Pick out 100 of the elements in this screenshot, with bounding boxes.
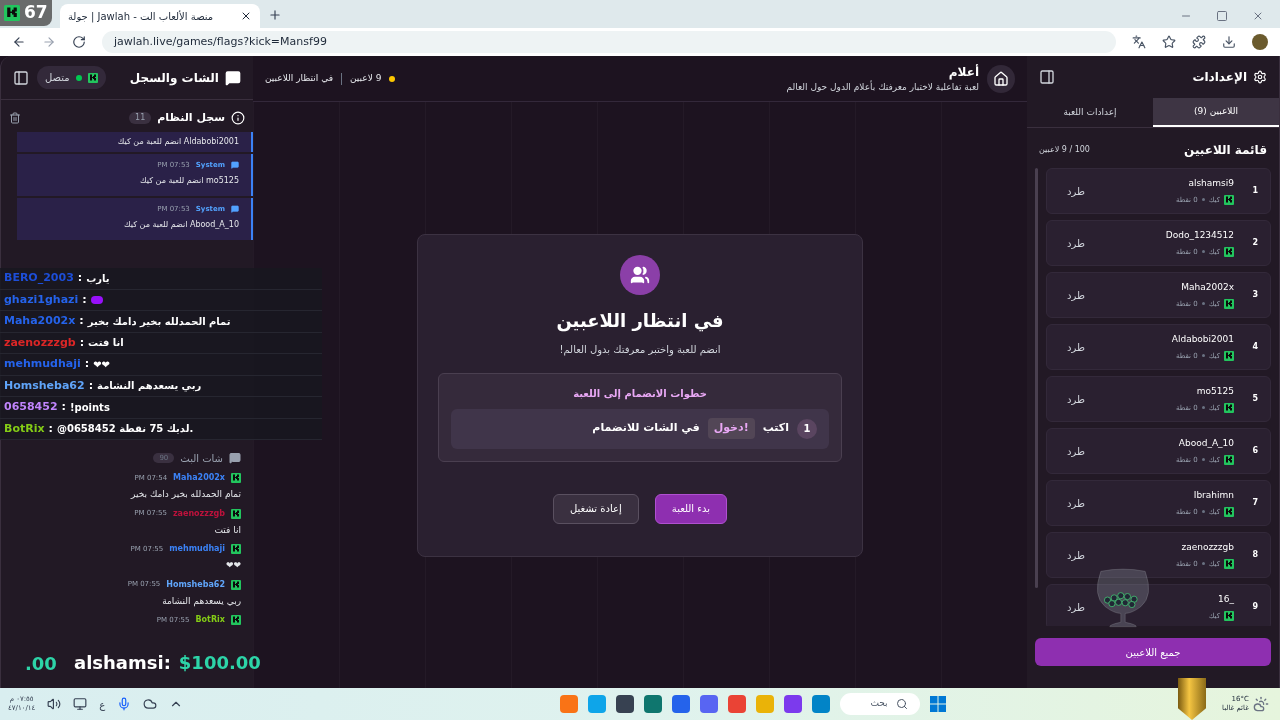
trash-icon[interactable] <box>9 112 21 124</box>
kick-button[interactable]: طرد <box>1059 339 1093 355</box>
overlay-message: تمام الحمدلله بخير دامك بخير <box>87 314 231 329</box>
collapse-panel-icon[interactable] <box>1039 69 1055 85</box>
browser-tab[interactable]: جولة | Jawlah - منصة الألعاب الت <box>60 4 260 28</box>
kick-logo-icon <box>1224 610 1234 621</box>
home-icon <box>993 70 1009 87</box>
maximize-icon[interactable] <box>1216 10 1228 22</box>
capacity-label: 100 / 9 لاعبين <box>1039 144 1090 156</box>
overlay-username: Maha2002x <box>4 313 76 329</box>
donation-alert-name: alshamsi: <box>74 651 171 675</box>
download-icon[interactable] <box>1222 35 1236 49</box>
kick-button[interactable]: طرد <box>1059 287 1093 303</box>
back-icon[interactable] <box>12 35 26 49</box>
home-button[interactable] <box>987 64 1015 93</box>
separator-colon: : <box>48 420 53 437</box>
speaker-icon[interactable] <box>47 697 62 711</box>
extensions-icon[interactable] <box>1192 35 1206 49</box>
count-badge: 11 <box>129 112 152 124</box>
donation-alert-amount: $100.00 <box>178 651 261 675</box>
network-icon[interactable] <box>73 697 88 711</box>
kick-button[interactable]: طرد <box>1059 235 1093 251</box>
settings-icon <box>1253 70 1267 84</box>
player-rank: 4 <box>1251 341 1258 353</box>
player-name: _16 <box>1218 593 1234 606</box>
app-icon[interactable] <box>699 695 718 713</box>
chat-message: تمام الحمدلله بخير دامك بخير <box>131 488 241 501</box>
kick-button[interactable]: طرد <box>1059 183 1093 199</box>
microphone-icon[interactable] <box>117 697 132 711</box>
card-title: في انتظار اللاعبين <box>556 308 724 334</box>
panel-tab[interactable]: إعدادات اللعبة <box>1027 98 1153 127</box>
kick-logo-icon <box>231 579 241 590</box>
steps-title: خطوات الانضمام إلى اللعبة <box>573 386 707 401</box>
restart-button[interactable]: إعادة تشغيل <box>552 493 639 524</box>
start-game-button[interactable]: بدء اللعبة <box>654 493 728 524</box>
separator-colon: : <box>79 313 84 329</box>
command-chip: !دخول <box>707 418 755 439</box>
kick-logo-icon <box>231 544 241 554</box>
info-icon <box>231 111 245 125</box>
panel-title: الشات والسجل <box>129 69 219 87</box>
scrollbar-track[interactable] <box>1035 168 1038 588</box>
connection-status: متصل <box>37 66 106 89</box>
overlay-message: يارب <box>86 271 110 286</box>
kick-logo-icon <box>1224 558 1234 569</box>
overlay-message: ❤❤ <box>93 357 110 372</box>
section-title: شات البث <box>180 451 223 466</box>
collapse-panel-icon[interactable] <box>13 69 29 86</box>
player-rank: 5 <box>1251 393 1258 405</box>
kick-button[interactable]: طرد <box>1059 391 1093 407</box>
app-icon[interactable] <box>783 695 802 713</box>
username: BotRix <box>195 614 225 626</box>
player-name: Abood_A_10 <box>1178 437 1234 450</box>
game-subtitle: لعبة تفاعلية لاختبار معرفتك بأعلام الدول حول العالم <box>786 80 979 95</box>
new-tab-icon[interactable] <box>268 8 282 22</box>
kick-button[interactable]: طرد <box>1059 599 1093 615</box>
overlay-username: 0658452 <box>4 399 58 415</box>
player-name: Ibrahimn <box>1193 489 1234 502</box>
kick-button[interactable]: طرد <box>1059 443 1093 459</box>
search-icon <box>895 698 908 710</box>
app-icon[interactable] <box>643 695 662 713</box>
profile-avatar[interactable] <box>1252 34 1268 50</box>
search-box[interactable]: بحث <box>839 693 920 715</box>
game-status: في انتظار اللاعبين <box>265 71 333 85</box>
close-icon[interactable] <box>240 10 252 22</box>
address-bar[interactable]: jawlah.live/games/flags?kick=Mansf99 <box>102 31 1116 53</box>
overlay-username: Homsheba62 <box>4 377 85 394</box>
player-name: alshamsi9 <box>1188 177 1234 190</box>
log-text: Abood_A_10 انضم للعبة من كيك <box>124 218 239 231</box>
chat-icon <box>225 69 241 86</box>
cloud-icon[interactable] <box>143 697 158 711</box>
windows-logo-icon[interactable] <box>929 696 946 712</box>
player-rank: 9 <box>1251 601 1258 613</box>
player-rank: 6 <box>1251 445 1258 457</box>
kick-logo-icon <box>1224 402 1234 413</box>
kick-logo-icon <box>1224 350 1234 361</box>
username: Homsheba62 <box>166 578 225 591</box>
kick-button[interactable]: طرد <box>1059 495 1093 511</box>
kick-button[interactable]: طرد <box>1059 547 1093 563</box>
panel-tab[interactable]: اللاعبين (9) <box>1153 98 1279 127</box>
overlay-username: zaenozzzgb <box>4 334 76 351</box>
username: mehmudhaji <box>169 543 225 555</box>
reload-icon[interactable] <box>72 35 86 49</box>
kick-all-button[interactable]: جميع اللاعبين <box>1035 638 1271 666</box>
kick-logo-icon <box>231 473 241 483</box>
kick-logo-icon <box>231 615 241 625</box>
separator-colon: : <box>79 334 85 351</box>
player-name: mo5125 <box>1196 385 1234 398</box>
overlay-message: انا فتت <box>88 336 124 351</box>
language-indicator[interactable]: ع <box>99 696 106 712</box>
player-rank: 1 <box>1251 185 1258 197</box>
star-icon[interactable] <box>1162 35 1176 49</box>
app-icon[interactable] <box>671 695 690 713</box>
translate-icon[interactable] <box>1132 35 1146 49</box>
kick-logo-icon <box>87 72 98 83</box>
player-rank: 8 <box>1251 549 1258 561</box>
weather-icon[interactable] <box>1252 696 1269 712</box>
separator-colon: : <box>88 377 94 394</box>
app-icon[interactable] <box>615 695 634 713</box>
overlay-message: !points <box>70 400 110 415</box>
kick-logo-icon <box>4 5 20 21</box>
